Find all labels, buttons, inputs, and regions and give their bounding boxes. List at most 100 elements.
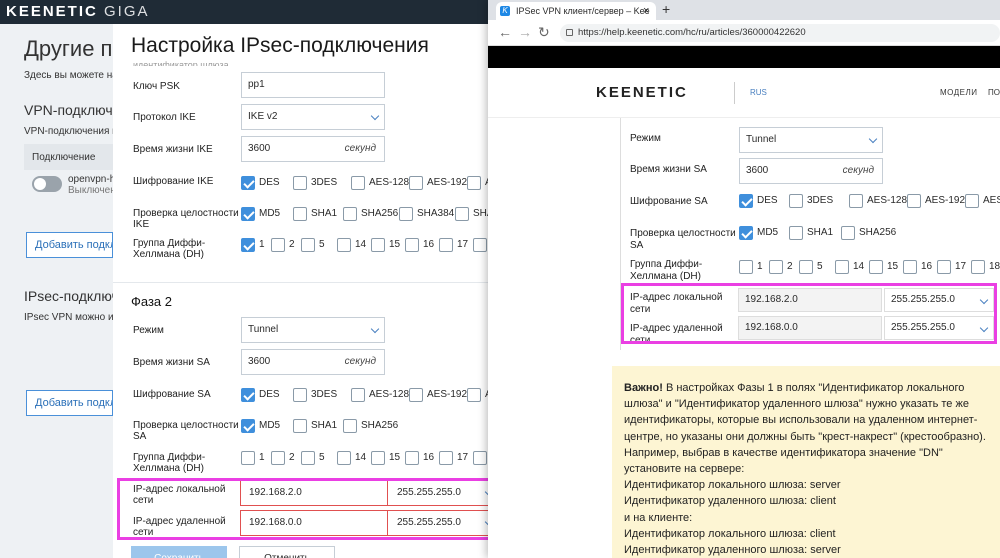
mode-select: Tunnel xyxy=(739,127,883,153)
ike-integrity-label: Проверка целостности IKE xyxy=(133,208,239,230)
dh2-checkbox-18[interactable] xyxy=(473,451,487,465)
dh-option-label: 1 xyxy=(259,239,265,250)
shot-sa-int-option-label: SHA256 xyxy=(859,227,897,238)
sa-enc-option-label: DES xyxy=(259,389,280,400)
add-ipsec-connection-button[interactable]: Добавить подклю xyxy=(26,390,113,416)
connection-name: openvpn-h xyxy=(68,174,116,185)
shot-sa-int-option-label: MD5 xyxy=(757,227,779,238)
sa-enc-checkbox-aes-256[interactable] xyxy=(467,388,481,402)
shot-sa-int-checkbox-sha1 xyxy=(789,226,803,240)
ike-int-option-label: SHA256 xyxy=(361,208,399,219)
dh2-checkbox-15[interactable] xyxy=(371,451,385,465)
ike-int-checkbox-sha1[interactable] xyxy=(293,207,307,221)
save-button[interactable]: Сохранить xyxy=(131,546,227,558)
dh2-checkbox-14[interactable] xyxy=(337,451,351,465)
forward-icon[interactable]: → xyxy=(518,24,532,40)
shot-dh-option-label: 14 xyxy=(853,261,865,272)
dh-checkbox-14[interactable] xyxy=(337,238,351,252)
dh-checkbox-18[interactable] xyxy=(473,238,487,252)
dh-checkbox-5[interactable] xyxy=(301,238,315,252)
ike-enc-checkbox-aes-128[interactable] xyxy=(351,176,365,190)
ike-enc-checkbox-aes-192[interactable] xyxy=(409,176,423,190)
connection-toggle[interactable] xyxy=(32,176,62,192)
shot-sa-enc-option-label: AES-192 xyxy=(925,195,966,206)
sa-enc-checkbox-aes-128[interactable] xyxy=(351,388,365,402)
dh-checkbox-17[interactable] xyxy=(439,238,453,252)
sa-int-checkbox-sha1[interactable] xyxy=(293,419,307,433)
dialog-title: Настройка IPsec-подключения xyxy=(131,34,429,57)
dh2-option-label: 16 xyxy=(423,452,435,463)
shot-sa-enc-option-label: 3DES xyxy=(807,195,834,206)
dh2-checkbox-5[interactable] xyxy=(301,451,315,465)
dh2-checkbox-1[interactable] xyxy=(241,451,255,465)
ike-int-checkbox-md5[interactable] xyxy=(241,207,255,221)
sa-enc-option-label: 3DES xyxy=(311,389,338,400)
ike-protocol-select[interactable]: IKE v2 xyxy=(241,104,385,130)
important-note: Важно! В настройках Фазы 1 в полях "Иден… xyxy=(612,366,1000,558)
sa-enc-option-label: AES-192 xyxy=(427,389,468,400)
dh2-checkbox-2[interactable] xyxy=(271,451,285,465)
dh2-checkbox-17[interactable] xyxy=(439,451,453,465)
shot-sa-enc-option-label: DES xyxy=(757,195,778,206)
language-switch[interactable]: RUS xyxy=(750,88,767,97)
ike-enc-option-label: 3DES xyxy=(311,177,338,188)
menu-models[interactable]: МОДЕЛИ xyxy=(940,88,977,97)
cut-off-label: идентификатор шлюза xyxy=(133,60,229,66)
shot-dh-checkbox-17 xyxy=(937,260,951,274)
ike-enc-checkbox-3des[interactable] xyxy=(293,176,307,190)
highlight-frame xyxy=(117,478,493,540)
dh-checkbox-2[interactable] xyxy=(271,238,285,252)
shot-sa-enc-option-label: AES-128 xyxy=(867,195,908,206)
shot-sa-int-checkbox-md5 xyxy=(739,226,753,240)
sa-int-option-label: MD5 xyxy=(259,420,281,431)
ike-int-option-label: SHA1 xyxy=(311,208,338,219)
sa-enc-checkbox-des[interactable] xyxy=(241,388,255,402)
close-icon[interactable]: × xyxy=(643,2,649,20)
shot-sa-enc-checkbox-3des xyxy=(789,194,803,208)
ike-enc-option-label: AES-192 xyxy=(427,177,468,188)
cancel-button[interactable]: Отменить xyxy=(239,546,335,558)
dh2-option-label: 1 xyxy=(259,452,265,463)
ike-enc-checkbox-aes-256[interactable] xyxy=(467,176,481,190)
address-bar[interactable]: https://help.keenetic.com/hc/ru/articles… xyxy=(560,24,1000,42)
ike-lifetime-input[interactable]: 3600 секунд xyxy=(241,136,385,162)
psk-input[interactable]: pp1 xyxy=(241,72,385,98)
menu-software[interactable]: ПО xyxy=(988,88,1000,97)
shot-dh-checkbox-2 xyxy=(769,260,783,274)
sa-enc-checkbox-aes-192[interactable] xyxy=(409,388,423,402)
sa-enc-checkbox-3des[interactable] xyxy=(293,388,307,402)
ike-int-checkbox-sha256[interactable] xyxy=(343,207,357,221)
mode-select[interactable]: Tunnel xyxy=(241,317,385,343)
reload-icon[interactable]: ↻ xyxy=(538,24,550,41)
mode-label: Режим xyxy=(630,133,661,144)
chevron-down-icon xyxy=(370,111,380,121)
dh2-checkbox-16[interactable] xyxy=(405,451,419,465)
note-line: Идентификатор удаленного шлюза: client xyxy=(624,495,836,508)
add-vpn-connection-button[interactable]: Добавить подклю xyxy=(26,232,113,258)
browser-tab[interactable]: K IPSec VPN клиент/сервер – Kee × xyxy=(496,2,656,20)
dh-checkbox-15[interactable] xyxy=(371,238,385,252)
site-logo[interactable]: KEENETIC xyxy=(596,84,688,101)
dh-checkbox-16[interactable] xyxy=(405,238,419,252)
sa-int-checkbox-sha256[interactable] xyxy=(343,419,357,433)
dh-option-label: 17 xyxy=(457,239,469,250)
dh2-option-label: 5 xyxy=(319,452,325,463)
new-tab-icon[interactable]: + xyxy=(662,1,670,17)
ike-lifetime-label: Время жизни IKE xyxy=(133,144,213,155)
shot-dh-option-label: 17 xyxy=(955,261,967,272)
ike-enc-checkbox-des[interactable] xyxy=(241,176,255,190)
ike-int-checkbox-sha512[interactable] xyxy=(455,207,469,221)
shot-sa-enc-checkbox-des xyxy=(739,194,753,208)
sa-int-checkbox-md5[interactable] xyxy=(241,419,255,433)
sa-lifetime-input[interactable]: 3600 секунд xyxy=(241,349,385,375)
ike-enc-option-label: AES-128 xyxy=(369,177,410,188)
sa-int-option-label: SHA1 xyxy=(311,420,338,431)
phase2-heading: Фаза 2 xyxy=(131,294,172,309)
sa-integrity-label: Проверка целостности SA xyxy=(133,420,239,442)
dh-checkbox-1[interactable] xyxy=(241,238,255,252)
ike-int-checkbox-sha384[interactable] xyxy=(399,207,413,221)
psk-label: Ключ PSK xyxy=(133,81,180,92)
shot-dh-option-label: 18 xyxy=(989,261,1000,272)
back-icon[interactable]: ← xyxy=(498,24,512,40)
shot-sa-enc-option-label: AES-256 xyxy=(983,195,1000,206)
